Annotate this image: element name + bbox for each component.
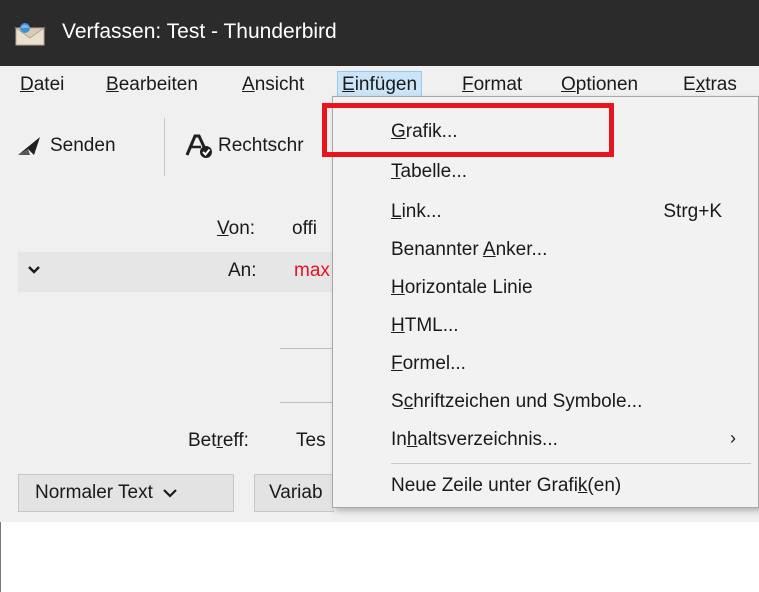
thunderbird-compose-icon	[14, 23, 46, 46]
menu-item-neue-zeile[interactable]: Neue Zeile unter Grafik(en)	[391, 475, 621, 497]
window-title: Verfassen: Test - Thunderbird	[62, 20, 337, 43]
menu-format[interactable]: Format	[458, 72, 526, 98]
chevron-down-icon	[163, 489, 177, 498]
menu-item-html[interactable]: HTML...	[391, 315, 459, 337]
menu-bearbeiten[interactable]: Bearbeiten	[102, 72, 202, 98]
recipient-line	[280, 402, 332, 403]
highlight-annotation	[322, 103, 614, 157]
menu-ansicht[interactable]: Ansicht	[238, 72, 308, 98]
menu-item-horizontale-linie[interactable]: Horizontale Linie	[391, 277, 533, 299]
spellcheck-button[interactable]: Rechtschr	[184, 128, 304, 164]
menu-item-benannter-anker[interactable]: Benannter Anker...	[391, 239, 547, 261]
paragraph-format-select[interactable]: Normaler Text	[18, 474, 234, 512]
message-body[interactable]	[0, 522, 759, 592]
to-row	[18, 252, 338, 292]
chevron-down-icon[interactable]	[28, 264, 40, 276]
paragraph-format-value: Normaler Text	[35, 482, 153, 503]
to-field[interactable]: max	[294, 260, 332, 282]
menu-separator	[391, 463, 751, 464]
menu-item-link[interactable]: Link...	[391, 201, 442, 223]
insert-menu-dropdown: Grafik... Tabelle... Link... Strg+K Bena…	[332, 96, 759, 508]
spellcheck-icon	[185, 134, 212, 158]
menu-datei[interactable]: Datei	[16, 72, 68, 98]
toolbar-separator	[164, 118, 165, 176]
subject-field[interactable]: Tes	[296, 430, 332, 452]
from-field[interactable]: offi	[292, 218, 332, 240]
title-bar: Verfassen: Test - Thunderbird	[0, 0, 759, 66]
menu-item-tabelle[interactable]: Tabelle...	[391, 161, 467, 183]
subject-label: Betreff:	[188, 430, 249, 451]
menu-item-inhaltsverzeichnis[interactable]: Inhaltsverzeichnis...	[391, 429, 558, 451]
send-icon	[18, 137, 40, 155]
recipient-line	[280, 348, 332, 349]
menu-optionen[interactable]: Optionen	[557, 72, 642, 98]
menu-item-formel[interactable]: Formel...	[391, 353, 466, 375]
menu-einfuegen[interactable]: Einfügen	[336, 71, 423, 99]
send-button[interactable]: Senden	[16, 128, 116, 164]
submenu-arrow-icon: ›	[730, 428, 736, 448]
menu-extras[interactable]: Extras	[679, 72, 741, 98]
to-label: An:	[228, 260, 257, 281]
link-shortcut: Strg+K	[663, 201, 722, 222]
font-select-value: Variab	[269, 482, 323, 503]
spellcheck-label: Rechtschr	[218, 135, 304, 156]
font-select[interactable]: Variab	[254, 474, 334, 512]
send-label: Senden	[50, 135, 116, 156]
from-label: Von:	[217, 218, 256, 239]
menu-item-schriftzeichen[interactable]: Schriftzeichen und Symbole...	[391, 391, 642, 413]
